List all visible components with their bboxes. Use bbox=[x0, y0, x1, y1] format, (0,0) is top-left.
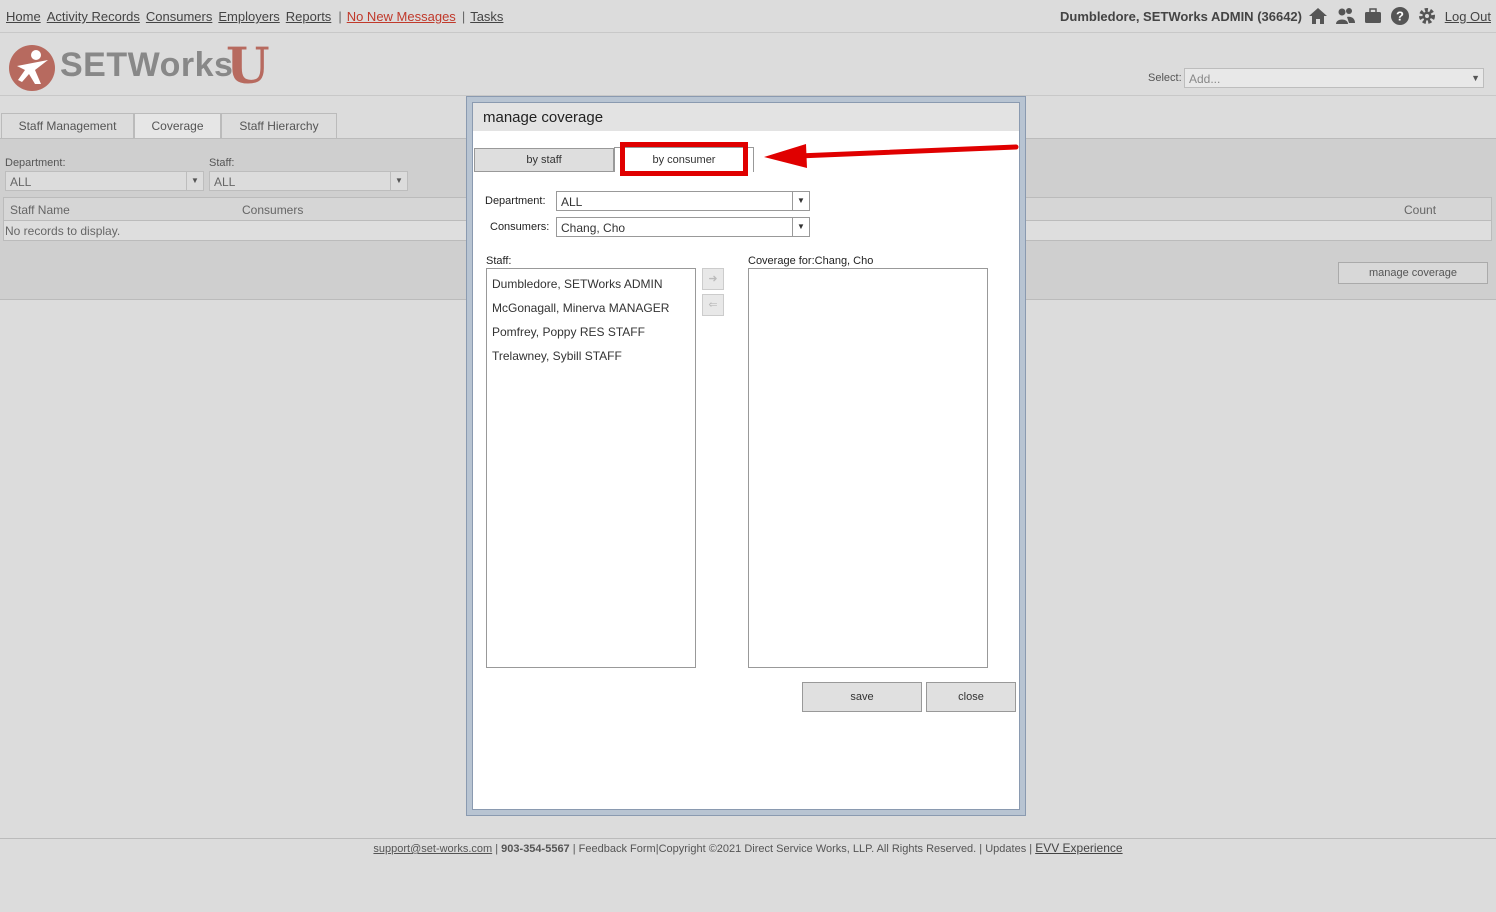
updates-link[interactable]: Updates bbox=[985, 843, 1026, 855]
top-nav-bar: Home Activity Records Consumers Employers Re… bbox=[0, 0, 1496, 33]
dialog-consumers-select[interactable]: Chang, Cho ▼ bbox=[556, 217, 810, 237]
dialog-consumers-value: Chang, Cho bbox=[561, 221, 626, 235]
list-item[interactable]: Dumbledore, SETWorks ADMIN bbox=[492, 277, 663, 291]
chevron-down-icon: ▼ bbox=[390, 172, 407, 190]
chevron-down-icon: ▼ bbox=[792, 192, 809, 210]
column-header-staff-name[interactable]: Staff Name bbox=[10, 203, 70, 217]
nav-employers-link[interactable]: Employers bbox=[218, 9, 279, 24]
coverage-list-label: Coverage for:Chang, Cho bbox=[748, 255, 874, 267]
chevron-down-icon: ▼ bbox=[1471, 73, 1480, 83]
dialog-department-label: Department: bbox=[485, 195, 546, 207]
chevron-down-icon: ▼ bbox=[792, 218, 809, 236]
dialog-title: manage coverage bbox=[483, 109, 604, 126]
arrow-right-icon: ➜ bbox=[708, 273, 718, 285]
department-filter-value: ALL bbox=[10, 175, 32, 189]
highlight-box bbox=[620, 142, 748, 176]
staff-list-label: Staff: bbox=[486, 255, 512, 267]
column-header-consumers[interactable]: Consumers bbox=[242, 203, 303, 217]
nav-activity-records-link[interactable]: Activity Records bbox=[47, 9, 140, 24]
chevron-down-icon: ▼ bbox=[186, 172, 203, 190]
manage-coverage-button[interactable]: manage coverage bbox=[1338, 262, 1488, 284]
close-button[interactable]: close bbox=[926, 682, 1016, 712]
move-right-button[interactable]: ➜ bbox=[702, 268, 724, 290]
dialog-consumers-label: Consumers: bbox=[490, 221, 550, 233]
save-button[interactable]: save bbox=[802, 682, 922, 712]
copyright-text: Copyright ©2021 Direct Service Works, LL… bbox=[658, 843, 977, 855]
home-icon[interactable] bbox=[1308, 6, 1328, 26]
logo-u: U bbox=[226, 36, 270, 95]
nav-tasks-link[interactable]: Tasks bbox=[470, 9, 503, 24]
user-id: (36642) bbox=[1257, 9, 1302, 24]
footer-divider bbox=[0, 838, 1496, 839]
user-name: Dumbledore, SETWorks ADMIN bbox=[1059, 9, 1254, 24]
support-phone: 903-354-5567 bbox=[501, 843, 570, 855]
coverage-listbox[interactable] bbox=[748, 268, 988, 668]
column-header-count[interactable]: Count bbox=[1404, 203, 1436, 217]
nav-separator: | bbox=[338, 9, 342, 24]
evv-experience-link[interactable]: EVV Experience bbox=[1035, 841, 1122, 855]
select-label: Select: bbox=[1148, 72, 1182, 84]
nav-home-link[interactable]: Home bbox=[6, 9, 41, 24]
tab-staff-management[interactable]: Staff Management bbox=[1, 113, 134, 138]
list-item[interactable]: Trelawney, Sybill STAFF bbox=[492, 349, 622, 363]
main-nav: Home Activity Records Consumers Employers Re… bbox=[6, 9, 509, 24]
tab-coverage[interactable]: Coverage bbox=[134, 113, 221, 138]
nav-reports-link[interactable]: Reports bbox=[286, 9, 332, 24]
footer: support@set-works.com | 903-354-5567 | F… bbox=[373, 841, 1123, 855]
briefcase-icon[interactable] bbox=[1363, 6, 1383, 26]
move-left-button[interactable]: ⇐ bbox=[702, 294, 724, 316]
add-select-value: Add... bbox=[1189, 72, 1221, 86]
support-email-link[interactable]: support@set-works.com bbox=[373, 843, 492, 855]
help-icon[interactable]: ? bbox=[1390, 6, 1410, 26]
staff-filter-label: Staff: bbox=[209, 157, 235, 169]
dialog-title-bar[interactable]: manage coverage bbox=[473, 103, 1019, 131]
tab-staff-hierarchy[interactable]: Staff Hierarchy bbox=[221, 113, 337, 138]
setworks-logo bbox=[8, 42, 58, 92]
department-filter-select[interactable]: ALL ▼ bbox=[5, 171, 204, 191]
dialog-department-value: ALL bbox=[561, 195, 583, 209]
by-staff-tab-button[interactable]: by staff bbox=[474, 148, 614, 172]
empty-grid-message: No records to display. bbox=[5, 224, 121, 238]
current-user: Dumbledore, SETWorks ADMIN (36642) bbox=[1060, 9, 1302, 24]
logo-figure-icon bbox=[9, 45, 55, 91]
list-item[interactable]: Pomfrey, Poppy RES STAFF bbox=[492, 325, 645, 339]
staff-listbox[interactable]: Dumbledore, SETWorks ADMIN McGonagall, M… bbox=[486, 268, 696, 668]
list-item[interactable]: McGonagall, Minerva MANAGER bbox=[492, 301, 669, 315]
logout-link[interactable]: Log Out bbox=[1445, 9, 1491, 24]
feedback-form-link[interactable]: Feedback Form bbox=[579, 843, 656, 855]
department-filter-label: Department: bbox=[5, 157, 66, 169]
arrow-left-icon: ⇐ bbox=[708, 299, 718, 311]
svg-text:?: ? bbox=[1396, 9, 1404, 24]
staff-filter-value: ALL bbox=[214, 175, 236, 189]
users-icon[interactable] bbox=[1335, 6, 1355, 26]
add-select[interactable]: Add... ▼ bbox=[1184, 68, 1484, 88]
staff-filter-select[interactable]: ALL ▼ bbox=[209, 171, 408, 191]
logo-text: SETWorks bbox=[60, 46, 234, 84]
nav-consumers-link[interactable]: Consumers bbox=[146, 9, 212, 24]
gear-icon[interactable] bbox=[1417, 6, 1437, 26]
annotation-arrow-icon bbox=[764, 144, 1019, 168]
nav-messages-link[interactable]: No New Messages bbox=[347, 9, 456, 24]
nav-separator: | bbox=[461, 9, 466, 24]
dialog-department-select[interactable]: ALL ▼ bbox=[556, 191, 810, 211]
